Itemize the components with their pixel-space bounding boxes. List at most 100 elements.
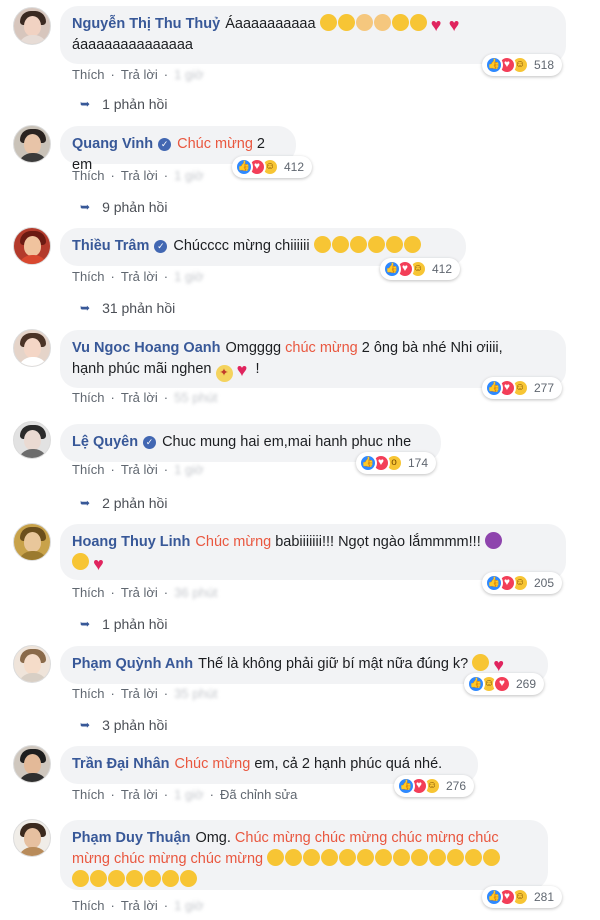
reply-link[interactable]: Trả lời xyxy=(121,462,158,477)
reaction-count: 412 xyxy=(432,262,453,276)
avatar[interactable] xyxy=(13,7,51,45)
like-link[interactable]: Thích xyxy=(72,898,105,913)
reply-link[interactable]: Trả lời xyxy=(121,269,158,284)
timestamp[interactable]: 1 giờ xyxy=(174,898,204,913)
like-link[interactable]: Thích xyxy=(72,67,105,82)
like-link[interactable]: Thích xyxy=(72,168,105,183)
kissing-emoji-icon xyxy=(393,849,411,866)
reaction-summary[interactable]: 👍 ☺ ♥ 269 xyxy=(464,673,545,695)
heart-eyes-emoji-icon xyxy=(403,236,421,253)
edited-label[interactable]: Đã chỉnh sửa xyxy=(220,787,297,802)
view-replies-link[interactable]: ➥ 31 phản hồi xyxy=(80,300,175,316)
view-replies-link[interactable]: ➥ 3 phản hồi xyxy=(80,717,167,733)
reply-arrow-icon: ➥ xyxy=(80,301,91,315)
reply-link[interactable]: Trả lời xyxy=(121,585,158,600)
commenter-name[interactable]: Thiều Trâm xyxy=(72,238,149,254)
reply-link[interactable]: Trả lời xyxy=(121,787,158,802)
avatar[interactable] xyxy=(13,125,51,163)
view-replies-link[interactable]: ➥ 2 phản hồi xyxy=(80,495,167,511)
comment-text: Omg. xyxy=(195,830,235,846)
avatar[interactable] xyxy=(13,421,51,459)
kissing-emoji-icon xyxy=(180,870,197,887)
comment-text-highlight[interactable]: chúc mừng xyxy=(285,340,358,356)
heart-eyes-emoji-icon xyxy=(409,14,427,31)
view-replies-link[interactable]: ➥ 9 phản hồi xyxy=(80,199,167,215)
timestamp[interactable]: 1 giờ xyxy=(174,462,204,477)
comment-actions: Thích · Trả lời · 1 giờ xyxy=(72,168,204,183)
timestamp[interactable]: 1 giờ xyxy=(174,787,204,802)
comment-text-highlight[interactable]: Chúc mừng xyxy=(195,534,271,550)
like-link[interactable]: Thích xyxy=(72,269,105,284)
comment-text: 2 ông bà nhé Nhi ơiiii, xyxy=(357,340,503,356)
reaction-summary[interactable]: 👍 ♥ ☺ 205 xyxy=(482,572,563,594)
avatar[interactable] xyxy=(13,329,51,367)
reaction-count: 518 xyxy=(534,58,555,72)
reply-arrow-icon: ➥ xyxy=(80,617,91,631)
avatar[interactable] xyxy=(13,523,51,561)
replies-count: 1 phản hồi xyxy=(102,96,168,112)
reply-arrow-icon: ➥ xyxy=(80,496,91,510)
laughing-emoji-icon xyxy=(337,14,355,31)
commenter-name[interactable]: Phạm Quỳnh Anh xyxy=(72,656,193,672)
timestamp[interactable]: 1 giờ xyxy=(174,168,204,183)
love-reaction-icon: ♥ xyxy=(493,675,511,693)
commenter-name[interactable]: Hoang Thuy Linh xyxy=(72,534,190,550)
like-reaction-icon: 👍 xyxy=(397,777,415,795)
replies-count: 3 phản hồi xyxy=(102,717,168,733)
commenter-name[interactable]: Trần Đại Nhân xyxy=(72,756,170,772)
kissing-emoji-icon xyxy=(90,870,107,887)
reply-link[interactable]: Trả lời xyxy=(121,898,158,913)
reply-link[interactable]: Trả lời xyxy=(121,686,158,701)
timestamp[interactable]: 36 phút xyxy=(174,585,217,600)
reaction-summary[interactable]: 👍 ♥ ☺ 412 xyxy=(380,258,461,280)
comment-actions: Thích · Trả lời · 1 giờ xyxy=(72,67,204,82)
view-replies-link[interactable]: ➥ 1 phản hồi xyxy=(80,616,167,632)
heart-emoji-icon: ♥ xyxy=(430,15,442,35)
commenter-name[interactable]: Vu Ngoc Hoang Oanh xyxy=(72,340,221,356)
commenter-name[interactable]: Lệ Quyên xyxy=(72,434,138,450)
comment-actions: Thích · Trả lời · 1 giờ xyxy=(72,269,204,284)
reaction-count: 412 xyxy=(284,160,305,174)
avatar[interactable] xyxy=(13,745,51,783)
timestamp[interactable]: 55 phút xyxy=(174,390,217,405)
reply-link[interactable]: Trả lời xyxy=(121,67,158,82)
comment-text: Thế là không phải giữ bí mật nữa đúng k? xyxy=(198,656,473,672)
timestamp[interactable]: 1 giờ xyxy=(174,269,204,284)
reply-link[interactable]: Trả lời xyxy=(121,390,158,405)
reaction-summary[interactable]: 👍 ♥ ☺ 281 xyxy=(482,886,563,908)
comment-text: Chúcccc mừng chiiiiii xyxy=(173,238,314,254)
reaction-summary[interactable]: 👍 ♥ o 174 xyxy=(356,452,437,474)
comment-text-highlight[interactable]: mừng chúc mừng chúc mừng xyxy=(72,851,263,867)
commenter-name[interactable]: Nguyễn Thị Thu Thuỷ xyxy=(72,16,220,32)
reaction-summary[interactable]: 👍 ♥ ☺ 277 xyxy=(482,377,563,399)
avatar[interactable] xyxy=(13,819,51,857)
heart-eyes-devil-emoji-icon xyxy=(484,532,502,549)
reply-link[interactable]: Trả lời xyxy=(121,168,158,183)
timestamp[interactable]: 35 phút xyxy=(174,686,217,701)
commenter-name[interactable]: Phạm Duy Thuận xyxy=(72,830,190,846)
like-link[interactable]: Thích xyxy=(72,462,105,477)
comment-text: Áaaaaaaaaaa xyxy=(225,16,320,32)
commenter-name[interactable]: Quang Vinh xyxy=(72,136,153,152)
reaction-summary[interactable]: 👍 ♥ ☺ 276 xyxy=(394,775,475,797)
like-link[interactable]: Thích xyxy=(72,585,105,600)
comment-text-highlight[interactable]: Chúc mừng chúc mừng chúc mừng chúc xyxy=(235,830,499,846)
kissing-emoji-icon xyxy=(411,849,429,866)
avatar[interactable] xyxy=(13,645,51,683)
view-replies-link[interactable]: ➥ 1 phản hồi xyxy=(80,96,167,112)
like-link[interactable]: Thích xyxy=(72,686,105,701)
timestamp[interactable]: 1 giờ xyxy=(174,67,204,82)
heart-eyes-emoji-icon xyxy=(349,236,367,253)
verified-badge-icon: ✓ xyxy=(154,240,168,253)
reaction-summary[interactable]: 👍 ♥ ☺ 412 xyxy=(232,156,313,178)
like-link[interactable]: Thích xyxy=(72,787,105,802)
like-link[interactable]: Thích xyxy=(72,390,105,405)
comment-text-highlight[interactable]: Chúc mừng xyxy=(177,136,253,152)
avatar[interactable] xyxy=(13,227,51,265)
replies-count: 2 phản hồi xyxy=(102,495,168,511)
reaction-summary[interactable]: 👍 ♥ ☺ 518 xyxy=(482,54,563,76)
kissing-emoji-icon xyxy=(162,870,179,887)
comment-actions: Thích · Trả lời · 1 giờ · Đã chỉnh sửa xyxy=(72,787,298,802)
comment-actions: Thích · Trả lời · 55 phút xyxy=(72,390,218,405)
comment-text-highlight[interactable]: Chúc mừng xyxy=(175,756,251,772)
